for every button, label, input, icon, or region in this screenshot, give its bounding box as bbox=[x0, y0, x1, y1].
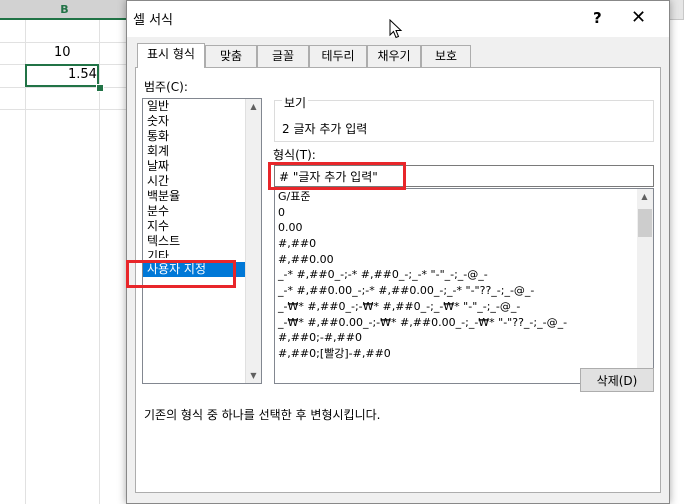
format-item[interactable]: #,##0 bbox=[275, 236, 653, 252]
cell-b2[interactable]: 10 bbox=[54, 45, 71, 60]
format-label: 형식(T): bbox=[273, 148, 316, 162]
format-item[interactable]: #,##0;-#,##0 bbox=[275, 330, 653, 346]
category-scrollbar[interactable]: ▲ ▼ bbox=[245, 99, 261, 383]
gridline bbox=[0, 42, 130, 43]
format-item[interactable]: #,##0;[빨강]-#,##0 bbox=[275, 346, 653, 362]
close-button[interactable]: ✕ bbox=[631, 7, 646, 28]
category-item[interactable]: 시간 bbox=[143, 174, 261, 189]
tab-alignment[interactable]: 맞춤 bbox=[205, 45, 257, 67]
tab-panel: 범주(C): 일반 숫자 통화 회계 날짜 시간 백분율 분수 지수 텍스트 기… bbox=[126, 67, 661, 493]
highlight-box-format bbox=[268, 162, 406, 190]
format-item[interactable]: 0 bbox=[275, 205, 653, 221]
format-item[interactable]: _-* #,##0.00_-;-* #,##0.00_-;_-* "-"??_-… bbox=[275, 283, 653, 299]
fill-handle[interactable] bbox=[96, 84, 104, 92]
category-item[interactable]: 텍스트 bbox=[143, 234, 261, 249]
category-label: 범주(C): bbox=[144, 80, 188, 94]
tab-protection[interactable]: 보호 bbox=[421, 45, 471, 67]
scroll-up-icon[interactable]: ▲ bbox=[637, 189, 652, 204]
category-item[interactable]: 기타 bbox=[143, 249, 261, 258]
help-button[interactable]: ? bbox=[593, 9, 602, 27]
format-item[interactable]: _-₩* #,##0_-;-₩* #,##0_-;_-₩* "-"_-;_-@_… bbox=[275, 299, 653, 315]
scrollbar-thumb[interactable] bbox=[638, 209, 652, 237]
highlight-box-category bbox=[126, 260, 236, 288]
scroll-up-icon[interactable]: ▲ bbox=[246, 99, 261, 114]
tab-fill[interactable]: 채우기 bbox=[367, 45, 421, 67]
description-text: 기존의 형식 중 하나를 선택한 후 변형시킵니다. bbox=[144, 408, 381, 422]
delete-button[interactable]: 삭제(D) bbox=[580, 368, 654, 392]
format-item[interactable]: #,##0.00 bbox=[275, 252, 653, 268]
gridline bbox=[25, 20, 26, 504]
format-scrollbar[interactable]: ▲ ▼ bbox=[637, 189, 653, 383]
category-item[interactable]: 날짜 bbox=[143, 159, 261, 174]
format-item[interactable]: _-* #,##0_-;-* #,##0_-;_-* "-"_-;_-@_- bbox=[275, 267, 653, 283]
category-item[interactable]: 일반 bbox=[143, 99, 261, 114]
cell-b3[interactable]: 1.54 bbox=[68, 67, 97, 82]
category-item[interactable]: 분수 bbox=[143, 204, 261, 219]
gridline bbox=[0, 109, 130, 110]
category-item[interactable]: 통화 bbox=[143, 129, 261, 144]
sample-label: 보기 bbox=[282, 94, 309, 111]
format-item[interactable]: G/표준 bbox=[275, 189, 653, 205]
column-label: B bbox=[60, 3, 69, 16]
sample-value: 2 글자 추가 입력 bbox=[282, 122, 368, 136]
dialog-title: 셀 서식 bbox=[133, 13, 174, 28]
gridline bbox=[99, 20, 100, 504]
tab-border[interactable]: 테두리 bbox=[309, 45, 367, 67]
format-item[interactable]: _-₩* #,##0.00_-;-₩* #,##0.00_-;_-₩* "-"?… bbox=[275, 315, 653, 331]
category-item[interactable]: 지수 bbox=[143, 219, 261, 234]
column-header-b[interactable]: B bbox=[0, 0, 130, 20]
category-item[interactable]: 회계 bbox=[143, 144, 261, 159]
format-list[interactable]: G/표준 0 0.00 #,##0 #,##0.00 _-* #,##0_-;-… bbox=[274, 188, 654, 384]
format-cells-dialog: 셀 서식 ? ✕ 표시 형식 맞춤 글꼴 테두리 채우기 보호 범주(C): 일… bbox=[126, 0, 670, 504]
tab-number-format[interactable]: 표시 형식 bbox=[137, 43, 205, 68]
gridline bbox=[0, 87, 130, 88]
format-item[interactable]: 0.00 bbox=[275, 220, 653, 236]
mouse-pointer-icon bbox=[389, 19, 403, 39]
category-item[interactable]: 숫자 bbox=[143, 114, 261, 129]
tab-font[interactable]: 글꼴 bbox=[257, 45, 309, 67]
scroll-down-icon[interactable]: ▼ bbox=[246, 368, 261, 383]
category-list[interactable]: 일반 숫자 통화 회계 날짜 시간 백분율 분수 지수 텍스트 기타 사용자 지… bbox=[142, 98, 262, 384]
category-item[interactable]: 백분율 bbox=[143, 189, 261, 204]
